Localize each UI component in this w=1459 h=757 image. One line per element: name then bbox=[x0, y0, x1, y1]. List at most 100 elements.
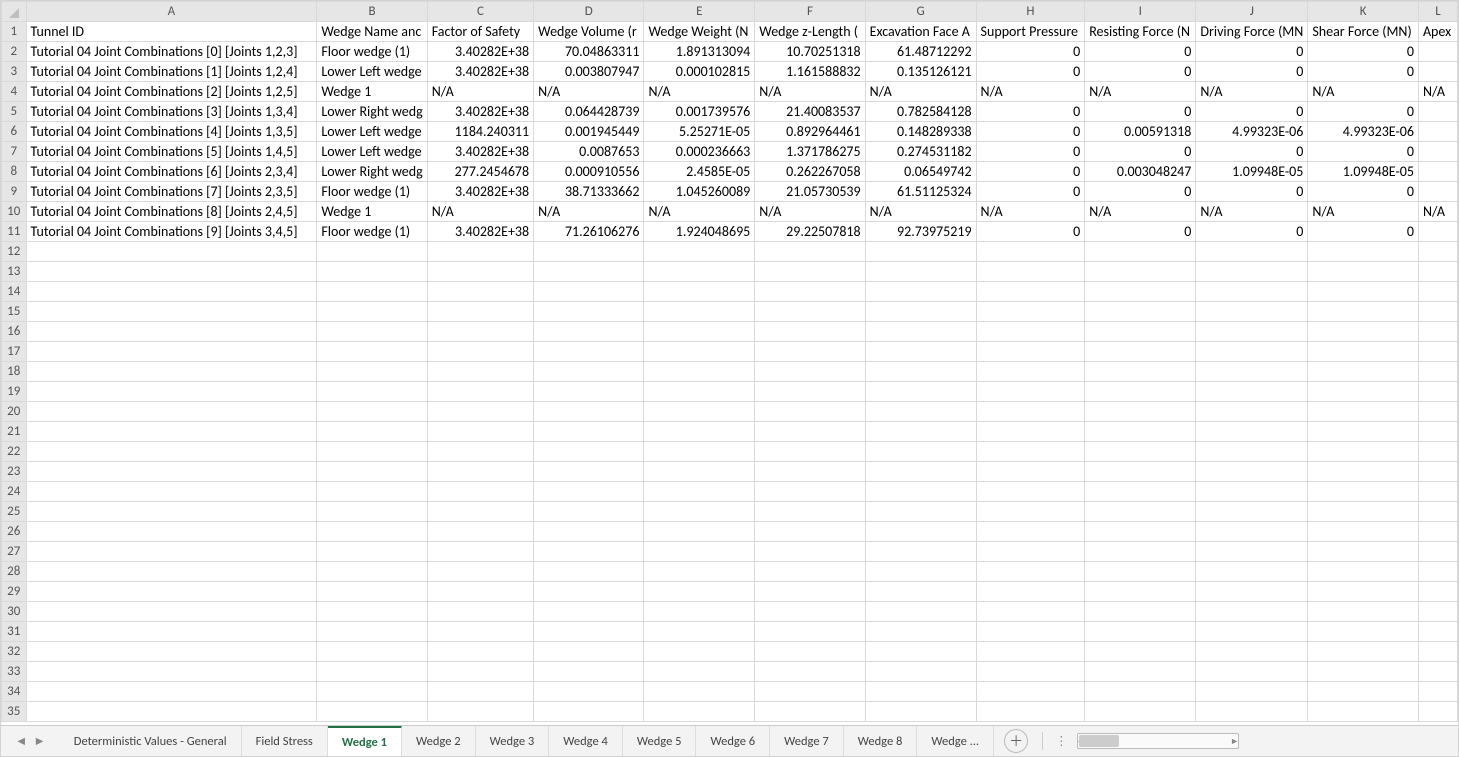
cell-J14[interactable] bbox=[1196, 282, 1308, 302]
cell-E5[interactable]: 0.001739576 bbox=[644, 102, 755, 122]
cell-E15[interactable] bbox=[644, 302, 755, 322]
cell-C1[interactable]: Factor of Safety bbox=[427, 22, 533, 42]
cell-E35[interactable] bbox=[644, 702, 755, 722]
row-header-34[interactable]: 34 bbox=[2, 682, 27, 702]
cell-F12[interactable] bbox=[755, 242, 865, 262]
cell-A32[interactable] bbox=[26, 642, 317, 662]
cell-C23[interactable] bbox=[427, 462, 533, 482]
cell-G30[interactable] bbox=[865, 602, 976, 622]
cell-E26[interactable] bbox=[644, 522, 755, 542]
cell-H23[interactable] bbox=[976, 462, 1085, 482]
cell-C2[interactable]: 3.40282E+38 bbox=[427, 42, 533, 62]
cell-I18[interactable] bbox=[1085, 362, 1196, 382]
cell-I10[interactable]: N/A bbox=[1085, 202, 1196, 222]
col-header-C[interactable]: C bbox=[427, 2, 533, 22]
cell-B34[interactable] bbox=[317, 682, 427, 702]
cell-D17[interactable] bbox=[534, 342, 644, 362]
cell-I3[interactable]: 0 bbox=[1085, 62, 1196, 82]
cell-I2[interactable]: 0 bbox=[1085, 42, 1196, 62]
cell-B19[interactable] bbox=[317, 382, 427, 402]
cell-C3[interactable]: 3.40282E+38 bbox=[427, 62, 533, 82]
cell-E9[interactable]: 1.045260089 bbox=[644, 182, 755, 202]
cell-B31[interactable] bbox=[317, 622, 427, 642]
cell-C16[interactable] bbox=[427, 322, 533, 342]
cell-F34[interactable] bbox=[755, 682, 865, 702]
cell-D15[interactable] bbox=[534, 302, 644, 322]
cell-J25[interactable] bbox=[1196, 502, 1308, 522]
cell-K16[interactable] bbox=[1308, 322, 1419, 342]
cell-B6[interactable]: Lower Left wedge bbox=[317, 122, 427, 142]
cell-A28[interactable] bbox=[26, 562, 317, 582]
cell-F2[interactable]: 10.70251318 bbox=[755, 42, 865, 62]
cell-F21[interactable] bbox=[755, 422, 865, 442]
cell-C21[interactable] bbox=[427, 422, 533, 442]
cell-J18[interactable] bbox=[1196, 362, 1308, 382]
cell-F27[interactable] bbox=[755, 542, 865, 562]
cell-H24[interactable] bbox=[976, 482, 1085, 502]
cell-I14[interactable] bbox=[1085, 282, 1196, 302]
cell-F10[interactable]: N/A bbox=[755, 202, 865, 222]
cell-C8[interactable]: 277.2454678 bbox=[427, 162, 533, 182]
cell-H8[interactable]: 0 bbox=[976, 162, 1085, 182]
cell-D30[interactable] bbox=[534, 602, 644, 622]
cell-K9[interactable]: 0 bbox=[1308, 182, 1419, 202]
cell-B2[interactable]: Floor wedge (1) bbox=[317, 42, 427, 62]
cell-A2[interactable]: Tutorial 04 Joint Combinations [0] [Join… bbox=[26, 42, 317, 62]
cell-E21[interactable] bbox=[644, 422, 755, 442]
cell-B9[interactable]: Floor wedge (1) bbox=[317, 182, 427, 202]
cell-J28[interactable] bbox=[1196, 562, 1308, 582]
cell-C27[interactable] bbox=[427, 542, 533, 562]
cell-B5[interactable]: Lower Right wedg bbox=[317, 102, 427, 122]
cell-B28[interactable] bbox=[317, 562, 427, 582]
cell-A29[interactable] bbox=[26, 582, 317, 602]
cell-J17[interactable] bbox=[1196, 342, 1308, 362]
cell-G35[interactable] bbox=[865, 702, 976, 722]
cell-D8[interactable]: 0.000910556 bbox=[534, 162, 644, 182]
cell-J7[interactable]: 0 bbox=[1196, 142, 1308, 162]
cell-H10[interactable]: N/A bbox=[976, 202, 1085, 222]
row-header-22[interactable]: 22 bbox=[2, 442, 27, 462]
cell-F25[interactable] bbox=[755, 502, 865, 522]
cell-A19[interactable] bbox=[26, 382, 317, 402]
cell-E18[interactable] bbox=[644, 362, 755, 382]
cell-L5[interactable] bbox=[1418, 102, 1457, 122]
cell-H6[interactable]: 0 bbox=[976, 122, 1085, 142]
cell-A17[interactable] bbox=[26, 342, 317, 362]
cell-G6[interactable]: 0.148289338 bbox=[865, 122, 976, 142]
cell-D26[interactable] bbox=[534, 522, 644, 542]
sheet-tab-wedge-2[interactable]: Wedge 2 bbox=[402, 726, 476, 756]
cell-L24[interactable] bbox=[1418, 482, 1457, 502]
cell-J9[interactable]: 0 bbox=[1196, 182, 1308, 202]
cell-E24[interactable] bbox=[644, 482, 755, 502]
cell-C24[interactable] bbox=[427, 482, 533, 502]
cell-E4[interactable]: N/A bbox=[644, 82, 755, 102]
cell-C29[interactable] bbox=[427, 582, 533, 602]
cell-C31[interactable] bbox=[427, 622, 533, 642]
cell-D4[interactable]: N/A bbox=[534, 82, 644, 102]
col-header-E[interactable]: E bbox=[644, 2, 755, 22]
col-header-G[interactable]: G bbox=[865, 2, 976, 22]
cell-F29[interactable] bbox=[755, 582, 865, 602]
cell-K19[interactable] bbox=[1308, 382, 1419, 402]
cell-G2[interactable]: 61.48712292 bbox=[865, 42, 976, 62]
col-header-J[interactable]: J bbox=[1196, 2, 1308, 22]
cell-H3[interactable]: 0 bbox=[976, 62, 1085, 82]
cell-E12[interactable] bbox=[644, 242, 755, 262]
row-header-12[interactable]: 12 bbox=[2, 242, 27, 262]
cell-A10[interactable]: Tutorial 04 Joint Combinations [8] [Join… bbox=[26, 202, 317, 222]
row-header-16[interactable]: 16 bbox=[2, 322, 27, 342]
cell-I17[interactable] bbox=[1085, 342, 1196, 362]
cell-A21[interactable] bbox=[26, 422, 317, 442]
cell-I6[interactable]: 0.00591318 bbox=[1085, 122, 1196, 142]
col-header-F[interactable]: F bbox=[755, 2, 865, 22]
cell-E25[interactable] bbox=[644, 502, 755, 522]
cell-H29[interactable] bbox=[976, 582, 1085, 602]
cell-E2[interactable]: 1.891313094 bbox=[644, 42, 755, 62]
cell-F4[interactable]: N/A bbox=[755, 82, 865, 102]
cell-K11[interactable]: 0 bbox=[1308, 222, 1419, 242]
cell-B25[interactable] bbox=[317, 502, 427, 522]
cell-K17[interactable] bbox=[1308, 342, 1419, 362]
cell-H18[interactable] bbox=[976, 362, 1085, 382]
cell-K29[interactable] bbox=[1308, 582, 1419, 602]
cell-I21[interactable] bbox=[1085, 422, 1196, 442]
